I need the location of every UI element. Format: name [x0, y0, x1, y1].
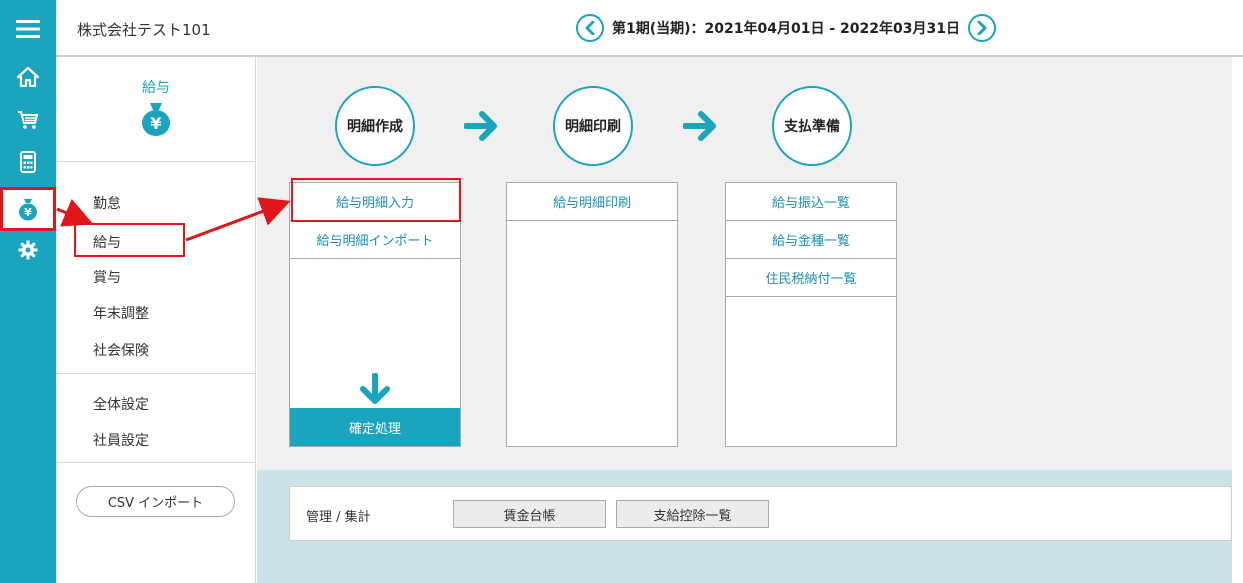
sidebar-item-employee-settings[interactable]: 社員設定: [93, 430, 149, 450]
period-selector: 第1期(当期)：2021年04月01日 - 2022年03月31日: [576, 14, 996, 42]
sidebar: 給与 ¥ 勤怠 給与 賞与 年末調整 社会保険 全体設定 社員設定 CSV イン…: [56, 57, 256, 583]
chevron-left-icon: [585, 21, 595, 35]
money-bag-icon: ¥: [142, 103, 170, 136]
arrow-right-icon: [464, 111, 497, 141]
sidebar-divider: [56, 462, 256, 463]
sidebar-header: 給与 ¥: [56, 57, 256, 162]
home-button[interactable]: [0, 58, 56, 96]
sidebar-title: 給与: [142, 80, 170, 96]
cart-icon: [18, 111, 39, 129]
step-create-statements: 明細作成: [335, 86, 415, 166]
cart-button[interactable]: [0, 101, 56, 139]
right-edge: [1232, 57, 1243, 583]
step-print-statements: 明細印刷: [553, 86, 633, 166]
csv-import-button[interactable]: CSV インポート: [76, 486, 235, 517]
highlight-frame: [291, 178, 461, 222]
wage-ledger-button[interactable]: 賃金台帳: [453, 500, 606, 528]
home-icon: [17, 67, 39, 87]
sidebar-item-salary[interactable]: 給与: [74, 223, 185, 257]
sidebar-item-general-settings[interactable]: 全体設定: [93, 394, 149, 414]
hamburger-icon: [16, 20, 40, 38]
salary-transfer-list-link[interactable]: 給与振込一覧: [726, 183, 896, 221]
settings-button[interactable]: [0, 231, 56, 269]
next-period-button[interactable]: [967, 14, 996, 42]
money-bag-icon: ¥: [19, 199, 37, 221]
management-box: 管理 / 集計 賃金台帳 支給控除一覧: [289, 486, 1232, 541]
svg-text:¥: ¥: [150, 114, 161, 133]
previous-period-button[interactable]: [576, 14, 604, 42]
sidebar-item-attendance[interactable]: 勤怠: [93, 193, 121, 213]
sidebar-item-bonus[interactable]: 賞与: [93, 267, 121, 287]
confirm-button[interactable]: 確定処理: [290, 408, 460, 446]
icon-rail: ¥: [0, 0, 56, 583]
arrow-right-icon: [683, 111, 716, 141]
company-name: 株式会社テスト101: [77, 21, 211, 39]
management-label: 管理 / 集計: [306, 510, 371, 525]
salary-denomination-list-link[interactable]: 給与金種一覧: [726, 221, 896, 259]
step-payment-prep: 支払準備: [772, 86, 852, 166]
calculator-icon: [20, 151, 36, 173]
payment-deduction-list-button[interactable]: 支給控除一覧: [616, 500, 769, 528]
print-panel: 給与明細印刷: [506, 182, 678, 447]
sidebar-item-social-insurance[interactable]: 社会保険: [93, 340, 149, 360]
menu-button[interactable]: [0, 10, 56, 48]
period-label: 第1期(当期)：2021年04月01日 - 2022年03月31日: [612, 21, 960, 37]
sidebar-item-year-end-adjustment[interactable]: 年末調整: [93, 303, 149, 323]
salary-statement-import-link[interactable]: 給与明細インポート: [290, 221, 460, 259]
payment-panel: 給与振込一覧 給与金種一覧 住民税納付一覧: [725, 182, 897, 447]
svg-text:¥: ¥: [24, 206, 32, 219]
salary-statement-print-link[interactable]: 給与明細印刷: [507, 183, 677, 221]
calculator-button[interactable]: [0, 143, 56, 181]
chevron-right-icon: [977, 21, 987, 35]
sidebar-divider: [56, 373, 256, 374]
sidebar-item-salary-label: 給与: [93, 235, 121, 251]
arrow-down-icon: [360, 373, 390, 404]
top-bar: 株式会社テスト101 第1期(当期)：2021年04月01日 - 2022年03…: [56, 0, 1243, 57]
gear-icon: [18, 240, 38, 260]
resident-tax-payment-list-link[interactable]: 住民税納付一覧: [726, 259, 896, 297]
salary-rail-button[interactable]: ¥: [0, 187, 56, 231]
